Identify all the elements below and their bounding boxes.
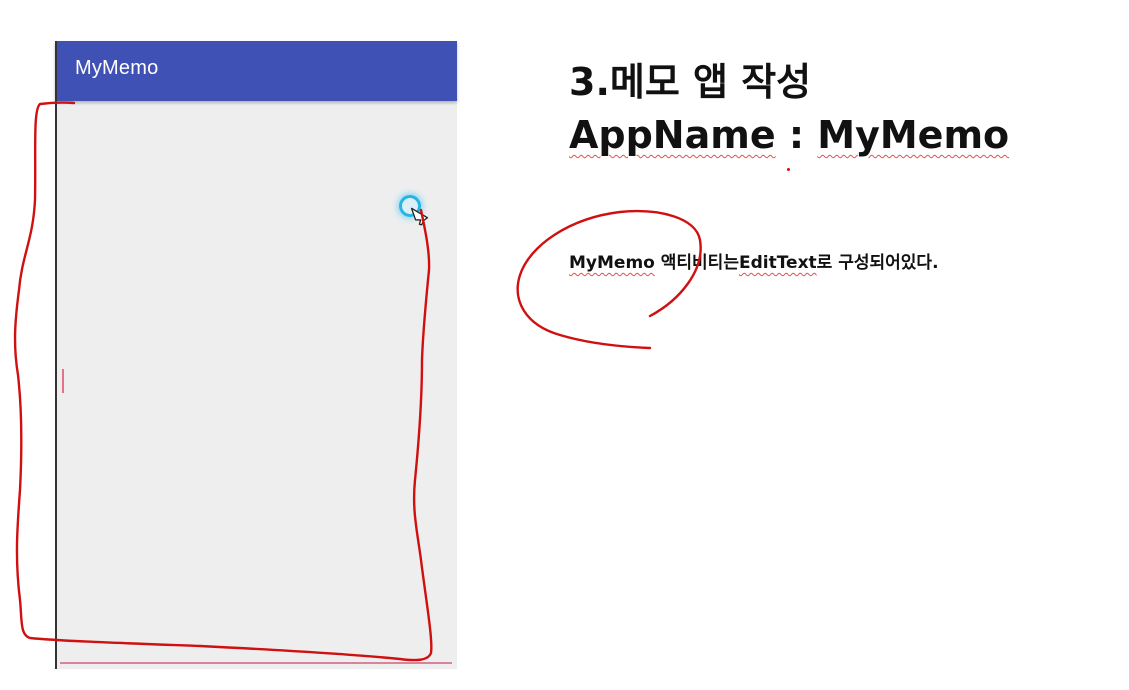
mouse-pointer-icon (411, 207, 429, 226)
app-bar: MyMemo (55, 41, 457, 101)
presentation-slide: MyMemo 3.메모 앱 작성 AppName : MyMemo MyMemo… (0, 0, 1129, 690)
text-cursor (62, 369, 64, 393)
appname-value: MyMemo (817, 113, 1010, 157)
annotation-dot (787, 168, 790, 171)
phone-screen: MyMemo (55, 41, 457, 669)
appname-separator: : (775, 113, 818, 157)
phone-frame-edge (55, 41, 57, 669)
slide-description: MyMemo 액티비티는EditText로 구성되어있다. (569, 251, 939, 275)
memo-edittext-underline[interactable] (60, 662, 452, 664)
app-title: MyMemo (75, 57, 159, 79)
description-activity: 액티비티는 (654, 253, 739, 273)
description-edittext: EditText (738, 253, 817, 273)
description-appname: MyMemo (569, 253, 655, 273)
slide-heading: 3.메모 앱 작성 (569, 60, 812, 104)
annotation-circle-stroke (516, 210, 702, 350)
slide-subheading: AppName : MyMemo (569, 113, 1009, 157)
appname-label: AppName (569, 113, 776, 157)
description-rest: 로 구성되어있다. (816, 253, 939, 273)
